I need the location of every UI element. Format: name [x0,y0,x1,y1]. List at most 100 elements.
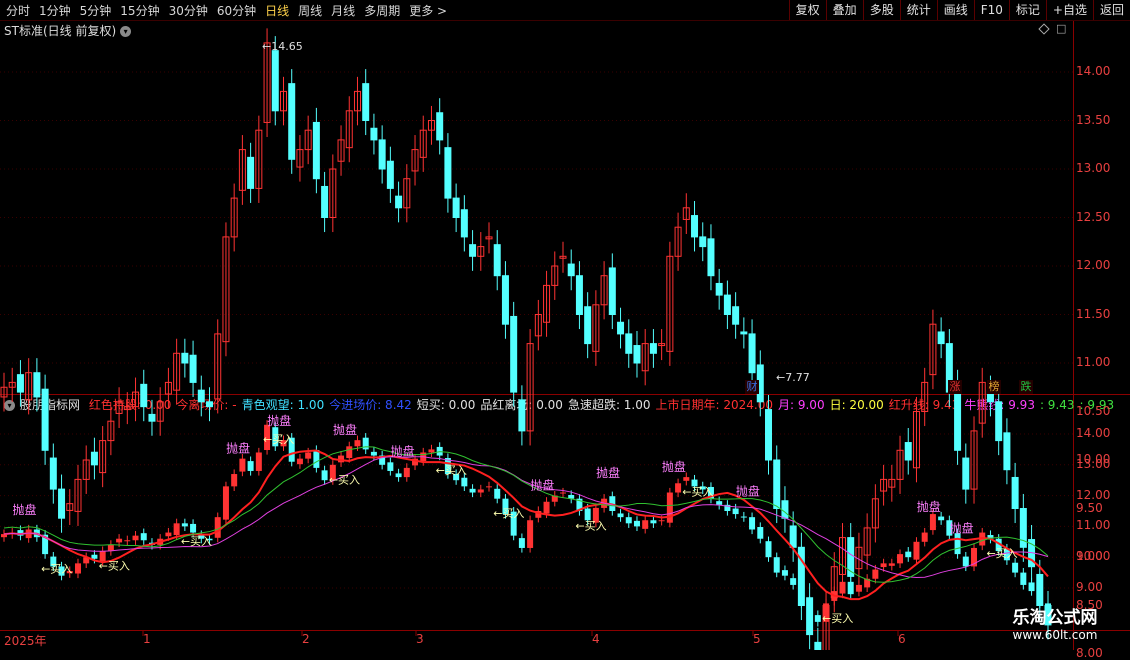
candle-body [140,383,148,408]
candle-body [937,331,945,345]
candle-body [181,352,189,364]
ind-candle-body [486,486,493,488]
ind-candle-body [814,615,821,622]
ind-candle-body [781,570,788,576]
candle-body [575,275,583,316]
x-axis-label: 5 [753,632,761,646]
candle-body [633,345,641,364]
ind-candle-body [650,520,657,524]
candle-body [247,156,255,189]
candle-body [49,457,57,490]
ind-candle-body [527,520,534,548]
sell-signal: 抛盘 [530,477,554,492]
ind-candle-body [518,538,525,548]
candle-body [789,525,797,548]
info-badge[interactable]: 财 [745,380,759,394]
ind-candle-body [559,492,566,494]
ind-candle-body [1028,582,1035,592]
watermark-title: 乐淘公式网 [1012,608,1098,628]
candle-body [90,451,98,466]
info-badge[interactable]: 跌 [1019,380,1033,394]
ind-candle-body [461,477,468,487]
ind-candle-body [321,470,328,481]
buy-signal: ←买入 [99,560,130,573]
candle-body [460,209,468,238]
kline-chart[interactable]: 抛盘抛盘抛盘抛盘抛盘抛盘抛盘 抛盘抛盘抛盘抛盘←买入 ←买入←买入←买入←买入←买入… [0,0,1130,650]
buy-signal: ←买入 [41,563,72,576]
price-axis-tick: 10.50 [1076,403,1111,418]
sell-signal: 抛盘 [391,444,415,459]
ind-candle-body [617,513,624,518]
candle-body [452,197,460,219]
ind-candle-body [124,540,131,542]
candle-body [33,372,41,398]
candle-body [321,185,329,219]
candle-body [148,413,156,422]
ind-candle-body [773,557,780,573]
ind-candle-body [132,535,139,541]
buy-signal: ←买入 [181,535,212,548]
ind-candle-body [222,486,229,520]
price-axis-tick: 11.00 [1076,355,1111,369]
candle-body [378,139,386,170]
ind-candle-body [403,467,410,478]
ind-candle-body [954,533,961,555]
ind-candle-body [165,532,172,537]
candle-body [386,160,394,189]
candle-body [625,333,633,354]
candle-body [608,267,616,316]
indicator-axis-tick: 14.00 [1076,426,1111,440]
ind-candle-body [477,489,484,493]
ind-candle-body [962,556,969,567]
candle-body [773,459,781,509]
ind-candle-body [839,581,846,594]
candle-body [699,236,707,248]
candle-body [748,333,756,374]
candle-body [765,409,773,461]
ind-candle-body [173,523,180,536]
sell-signal: 抛盘 [226,440,250,455]
candle-body [723,294,731,316]
candle-body [510,315,518,393]
ind-candle-body [658,520,665,522]
candle-body [962,457,970,490]
info-badge[interactable]: 涨 [948,380,962,394]
candle-body [732,306,740,325]
ind-candle-body [1020,572,1027,585]
candle-body [436,112,444,141]
candle-body [206,401,214,408]
sell-signal: 抛盘 [596,465,620,480]
price-axis-tick: 13.00 [1076,161,1111,175]
candle-body [518,399,526,432]
ind-candle-body [633,520,640,527]
sell-signal: 抛盘 [333,422,357,437]
indicator-axis-tick: 13.00 [1076,456,1111,471]
x-axis-label: 2 [302,632,310,646]
ind-candle-body [354,440,361,447]
sell-signal: 抛盘 [950,521,974,536]
ind-candle-body [888,563,895,566]
ind-candle-body [872,569,879,579]
ind-candle-body [543,501,550,514]
info-badge[interactable]: 榜 [987,380,1001,394]
ind-candle-body [798,584,805,604]
x-axis-label: 3 [416,632,424,646]
ind-candle-body [91,554,98,559]
ind-candle-body [913,541,920,560]
candle-body [1011,476,1019,509]
ind-candle-body [346,446,353,459]
ind-candle-body [880,563,887,568]
indicator-axis-tick: 10.00 [1076,549,1111,564]
price-axis-tick: 13.50 [1076,112,1111,127]
ind-candle-body [296,458,303,465]
ind-candle-body [625,517,632,524]
ind-candle-body [642,520,649,529]
sell-signal: 抛盘 [267,413,291,428]
price-axis-tick: 12.50 [1076,209,1111,224]
candle-body [469,244,477,257]
ind-candle-body [938,516,945,521]
candle-body [189,354,197,383]
candle-body [395,195,403,209]
candle-body [58,488,66,519]
ind-candle-body [806,600,813,613]
